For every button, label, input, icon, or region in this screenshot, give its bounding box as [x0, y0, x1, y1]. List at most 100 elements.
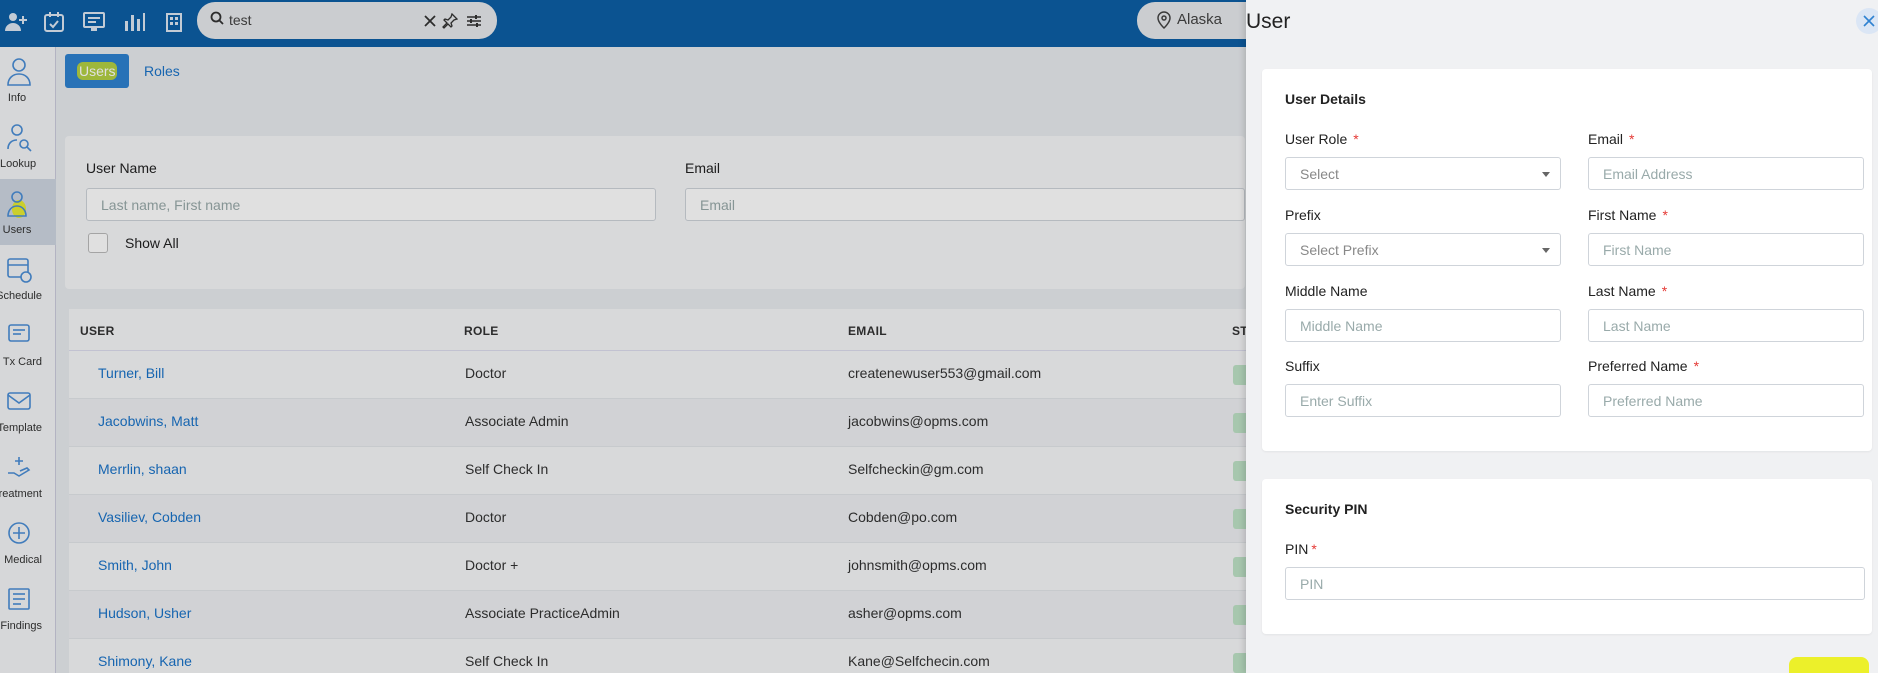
highlight-mark	[1789, 657, 1869, 673]
add-user-icon[interactable]	[2, 8, 30, 36]
first-name-field[interactable]	[1588, 233, 1864, 266]
sidebar-item-info[interactable]: Info	[0, 47, 56, 113]
middle-name-field[interactable]	[1285, 309, 1561, 342]
preferred-name-field[interactable]	[1588, 384, 1864, 417]
user-name-link[interactable]: Vasiliev, Cobden	[98, 509, 201, 525]
close-icon	[1863, 15, 1875, 27]
user-role: Doctor	[465, 365, 507, 381]
tab-roles[interactable]: Roles	[144, 63, 180, 79]
location-selector[interactable]: Alaska	[1137, 2, 1257, 39]
user-name-link[interactable]: Hudson, Usher	[98, 605, 191, 621]
prefix-select[interactable]: Select Prefix	[1285, 233, 1561, 266]
search-icon	[210, 11, 224, 30]
column-header-user[interactable]: USER	[80, 324, 115, 338]
sidebar-item-treatment[interactable]: Treatment	[0, 443, 56, 509]
status-badge	[1233, 653, 1246, 673]
card-icon	[8, 324, 30, 342]
location-label: Alaska	[1177, 11, 1223, 28]
user-name-link[interactable]: Jacobwins, Matt	[98, 413, 198, 429]
first-name-label: First Name *	[1588, 207, 1668, 223]
table-row[interactable]: Jacobwins, Matt Associate Admin jacobwin…	[69, 399, 1246, 447]
monitor-icon[interactable]	[80, 8, 108, 36]
user-role: Doctor +	[465, 557, 519, 573]
main-content: Users Roles User Name Email Show All USE…	[56, 47, 1248, 673]
user-email: Cobden@po.com	[848, 509, 958, 525]
last-name-label: Last Name *	[1588, 283, 1668, 299]
user-role: Self Check In	[465, 461, 549, 477]
users-icon	[7, 191, 27, 218]
user-role: Doctor	[465, 509, 507, 525]
last-name-field[interactable]	[1588, 309, 1864, 342]
status-badge	[1233, 605, 1246, 625]
sidebar-item-label: Lookup	[0, 158, 37, 170]
person-search-icon	[7, 124, 32, 152]
search-input[interactable]	[229, 10, 409, 30]
table-row[interactable]: Merrlin, shaan Self Check In Selfcheckin…	[69, 447, 1246, 495]
status-badge	[1233, 365, 1246, 385]
table-row[interactable]: Smith, John Doctor + johnsmith@opms.com	[69, 543, 1246, 591]
pin-label: PIN *	[1285, 541, 1317, 557]
sidebar-item-template[interactable]: Template	[0, 377, 56, 443]
email-field[interactable]	[1588, 157, 1864, 190]
user-email: asher@opms.com	[848, 605, 962, 621]
status-badge	[1233, 509, 1246, 529]
table-row[interactable]: Hudson, Usher Associate PracticeAdmin as…	[69, 591, 1246, 639]
filter-sliders-icon[interactable]	[463, 10, 485, 32]
close-button[interactable]	[1856, 8, 1878, 34]
table-header: USER ROLE EMAIL ST	[69, 309, 1248, 351]
sidebar-item-label: Tx Card	[2, 356, 42, 368]
status-badge	[1233, 461, 1246, 481]
user-name-input[interactable]	[86, 188, 656, 221]
search-box	[197, 2, 497, 39]
sidebar-item-lookup[interactable]: Lookup	[0, 113, 56, 179]
sidebar-item-label: Findings	[0, 620, 42, 632]
pin-icon[interactable]	[439, 10, 461, 32]
sidebar-item-label: Medical	[4, 554, 42, 566]
user-name-label: User Name	[86, 160, 157, 176]
sidebar-item-label: Users	[2, 224, 32, 236]
clear-icon[interactable]	[419, 10, 441, 32]
sidebar-item-label: Info	[7, 92, 27, 104]
suffix-field[interactable]	[1285, 384, 1561, 417]
email-filter-input[interactable]	[685, 188, 1245, 221]
left-sidebar: Info Lookup Users Schedule Tx Card Templ…	[0, 47, 56, 673]
user-details-card: User Details User Role* Select Email* Pr…	[1262, 69, 1872, 451]
tab-users[interactable]: Users	[65, 54, 129, 88]
user-name-link[interactable]: Turner, Bill	[98, 365, 164, 381]
user-name-link[interactable]: Merrlin, shaan	[98, 461, 187, 477]
envelope-icon	[7, 392, 31, 410]
calendar-clock-icon	[7, 258, 32, 283]
user-email: Selfcheckin@gm.com	[848, 461, 984, 477]
sidebar-item-findings[interactable]: Findings	[0, 575, 56, 641]
column-header-role[interactable]: ROLE	[464, 324, 499, 338]
panel-title: User	[1246, 10, 1291, 33]
sidebar-item-schedule[interactable]: Schedule	[0, 245, 56, 311]
table-row[interactable]: Turner, Bill Doctor createnewuser553@gma…	[69, 351, 1246, 399]
calendar-check-icon[interactable]	[40, 8, 68, 36]
user-role: Associate PracticeAdmin	[465, 605, 620, 621]
status-badge	[1233, 557, 1246, 577]
sidebar-item-users[interactable]: Users	[0, 179, 56, 245]
user-name-link[interactable]: Smith, John	[98, 557, 172, 573]
show-all-checkbox[interactable]	[88, 233, 108, 253]
user-role: Self Check In	[465, 653, 549, 669]
sidebar-item-label: Treatment	[0, 488, 42, 500]
user-email: createnewuser553@gmail.com	[848, 365, 1042, 381]
prefix-value: Select Prefix	[1300, 242, 1379, 258]
security-pin-card: Security PIN PIN *	[1262, 479, 1872, 634]
column-header-email[interactable]: EMAIL	[848, 324, 887, 338]
location-pin-icon	[1157, 11, 1171, 33]
user-panel: User User Details User Role * Select Emai…	[1246, 0, 1878, 673]
bar-chart-icon[interactable]	[120, 8, 148, 36]
table-row[interactable]: Vasiliev, Cobden Doctor Cobden@po.com	[69, 495, 1246, 543]
table-row[interactable]: Shimony, Kane Self Check In Kane@Selfche…	[69, 639, 1246, 673]
user-role-select[interactable]: Select	[1285, 157, 1561, 190]
building-icon[interactable]	[160, 8, 188, 36]
sidebar-item-tx-card[interactable]: Tx Card	[0, 311, 56, 377]
sidebar-item-medical[interactable]: Medical	[0, 509, 56, 575]
show-all-label: Show All	[125, 235, 179, 251]
pin-field[interactable]	[1285, 567, 1865, 600]
user-name-link[interactable]: Shimony, Kane	[98, 653, 192, 669]
middle-name-label: Middle Name	[1285, 283, 1368, 299]
chevron-down-icon	[1542, 248, 1550, 253]
